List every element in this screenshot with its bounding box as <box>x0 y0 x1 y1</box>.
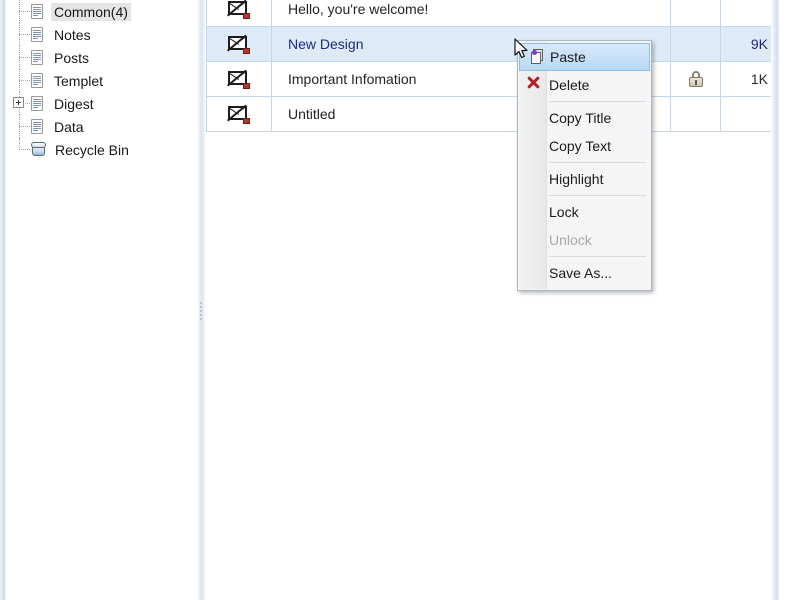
menu-item-label: Save As... <box>549 265 613 281</box>
row-icon-cell <box>207 27 272 61</box>
row-title-text: Important Infomation <box>288 71 417 87</box>
panel-right-edge <box>771 0 779 600</box>
tree-item-icon <box>30 26 51 43</box>
application-window: Common(4) Notes Posts Templet Digest Data Recy… <box>0 0 787 600</box>
tree-indent-guide <box>8 92 30 115</box>
tree-item-digest[interactable]: Digest <box>0 92 197 115</box>
row-title-cell[interactable]: Hello, you're welcome! <box>272 0 671 26</box>
tree-indent-guide <box>8 46 30 69</box>
tree-item-label: Notes <box>54 26 91 43</box>
splitter-grip-icon[interactable] <box>200 300 203 326</box>
row-icon-cell <box>207 62 272 96</box>
tree-indent-guide <box>8 138 30 161</box>
document-icon <box>30 49 45 66</box>
tree-item-posts[interactable]: Posts <box>0 46 197 69</box>
tree-item-label: Digest <box>54 95 94 112</box>
document-icon <box>30 3 45 20</box>
menu-separator <box>549 256 646 257</box>
menu-item-label: Unlock <box>549 232 592 248</box>
table-row[interactable]: Untitled <box>207 97 778 132</box>
menu-item-paste[interactable]: Paste <box>519 43 650 71</box>
row-lock-cell <box>671 27 721 61</box>
menu-item-label: Copy Text <box>549 138 611 154</box>
row-lock-cell <box>671 0 721 26</box>
table-row[interactable]: New Design 9K <box>207 27 778 62</box>
tree-item-label: Recycle Bin <box>55 141 129 158</box>
menu-item-copy-title[interactable]: Copy Title <box>518 104 651 132</box>
row-lock-cell <box>671 62 721 96</box>
tree-indent-guide <box>8 23 30 46</box>
row-title-text: New Design <box>288 36 364 52</box>
row-size-text: 9K <box>750 36 768 52</box>
tree-indent-guide <box>8 69 30 92</box>
row-icon-cell <box>207 97 272 131</box>
row-size-text: 1K <box>750 71 768 87</box>
tree-item-common-4[interactable]: Common(4) <box>0 0 197 23</box>
tree-item-icon <box>30 49 51 66</box>
document-icon <box>30 26 45 43</box>
menu-item-highlight[interactable]: Highlight <box>518 165 651 193</box>
tree-item-templet[interactable]: Templet <box>0 69 197 92</box>
tree-item-label: Common(4) <box>51 2 131 21</box>
tree-item-recycle-bin[interactable]: Recycle Bin <box>0 138 197 161</box>
tree-item-label: Posts <box>54 49 90 66</box>
tree-item-label: Data <box>54 118 84 135</box>
menu-item-save-as[interactable]: Save As... <box>518 259 651 287</box>
menu-separator <box>549 101 646 102</box>
lock-icon <box>688 71 703 87</box>
menu-item-lock[interactable]: Lock <box>518 198 651 226</box>
expand-plus-icon[interactable] <box>13 97 24 108</box>
tree-item-data[interactable]: Data <box>0 115 197 138</box>
recycle-bin-icon <box>30 141 47 158</box>
menu-separator <box>549 195 646 196</box>
menu-item-delete[interactable]: Delete <box>518 71 651 99</box>
message-list-panel: Hello, you're welcome! New Design 9K Import… <box>206 0 779 600</box>
context-menu[interactable]: Paste Delete Copy Title Copy Text Highlight L… <box>517 40 652 291</box>
tree-item-icon <box>30 95 51 112</box>
context-menu-items[interactable]: Paste Delete Copy Title Copy Text Highlight L… <box>518 43 651 287</box>
row-lock-cell <box>671 97 721 131</box>
folder-tree-panel: Common(4) Notes Posts Templet Digest Data Recy… <box>0 0 197 600</box>
menu-item-label: Lock <box>549 204 579 220</box>
tree-item-icon <box>30 3 51 20</box>
menu-item-label: Paste <box>550 49 586 65</box>
row-size-cell: 1K <box>721 62 778 96</box>
menu-item-copy-text[interactable]: Copy Text <box>518 132 651 160</box>
tree-indent-guide <box>8 0 30 23</box>
menu-item-label: Delete <box>549 77 590 93</box>
row-icon-cell <box>207 0 272 26</box>
tree-item-label: Templet <box>54 72 104 89</box>
mail-blocked-icon <box>227 104 250 124</box>
folder-tree[interactable]: Common(4) Notes Posts Templet Digest Data Recy… <box>0 0 197 161</box>
document-icon <box>30 118 45 135</box>
tree-item-icon <box>30 141 52 158</box>
mail-blocked-icon <box>227 0 250 19</box>
tree-item-icon <box>30 72 51 89</box>
delete-x-icon <box>523 75 543 95</box>
mail-blocked-icon <box>227 34 250 54</box>
row-size-cell <box>721 0 778 26</box>
document-icon <box>30 95 45 112</box>
menu-item-label: Copy Title <box>549 110 612 126</box>
menu-item-unlock: Unlock <box>518 226 651 254</box>
panel-splitter[interactable] <box>197 0 206 600</box>
tree-item-icon <box>30 118 51 135</box>
message-list[interactable]: Hello, you're welcome! New Design 9K Import… <box>206 0 778 132</box>
table-row[interactable]: Important Infomation 1K <box>207 62 778 97</box>
row-size-cell <box>721 97 778 131</box>
tree-item-notes[interactable]: Notes <box>0 23 197 46</box>
tree-indent-guide <box>8 115 30 138</box>
row-title-text: Hello, you're welcome! <box>288 1 429 17</box>
paste-icon <box>525 47 545 67</box>
menu-separator <box>549 162 646 163</box>
mail-blocked-icon <box>227 69 250 89</box>
menu-item-label: Highlight <box>549 171 604 187</box>
document-icon <box>30 72 45 89</box>
row-size-cell: 9K <box>721 27 778 61</box>
table-row[interactable]: Hello, you're welcome! <box>207 0 778 27</box>
row-title-text: Untitled <box>288 106 336 122</box>
